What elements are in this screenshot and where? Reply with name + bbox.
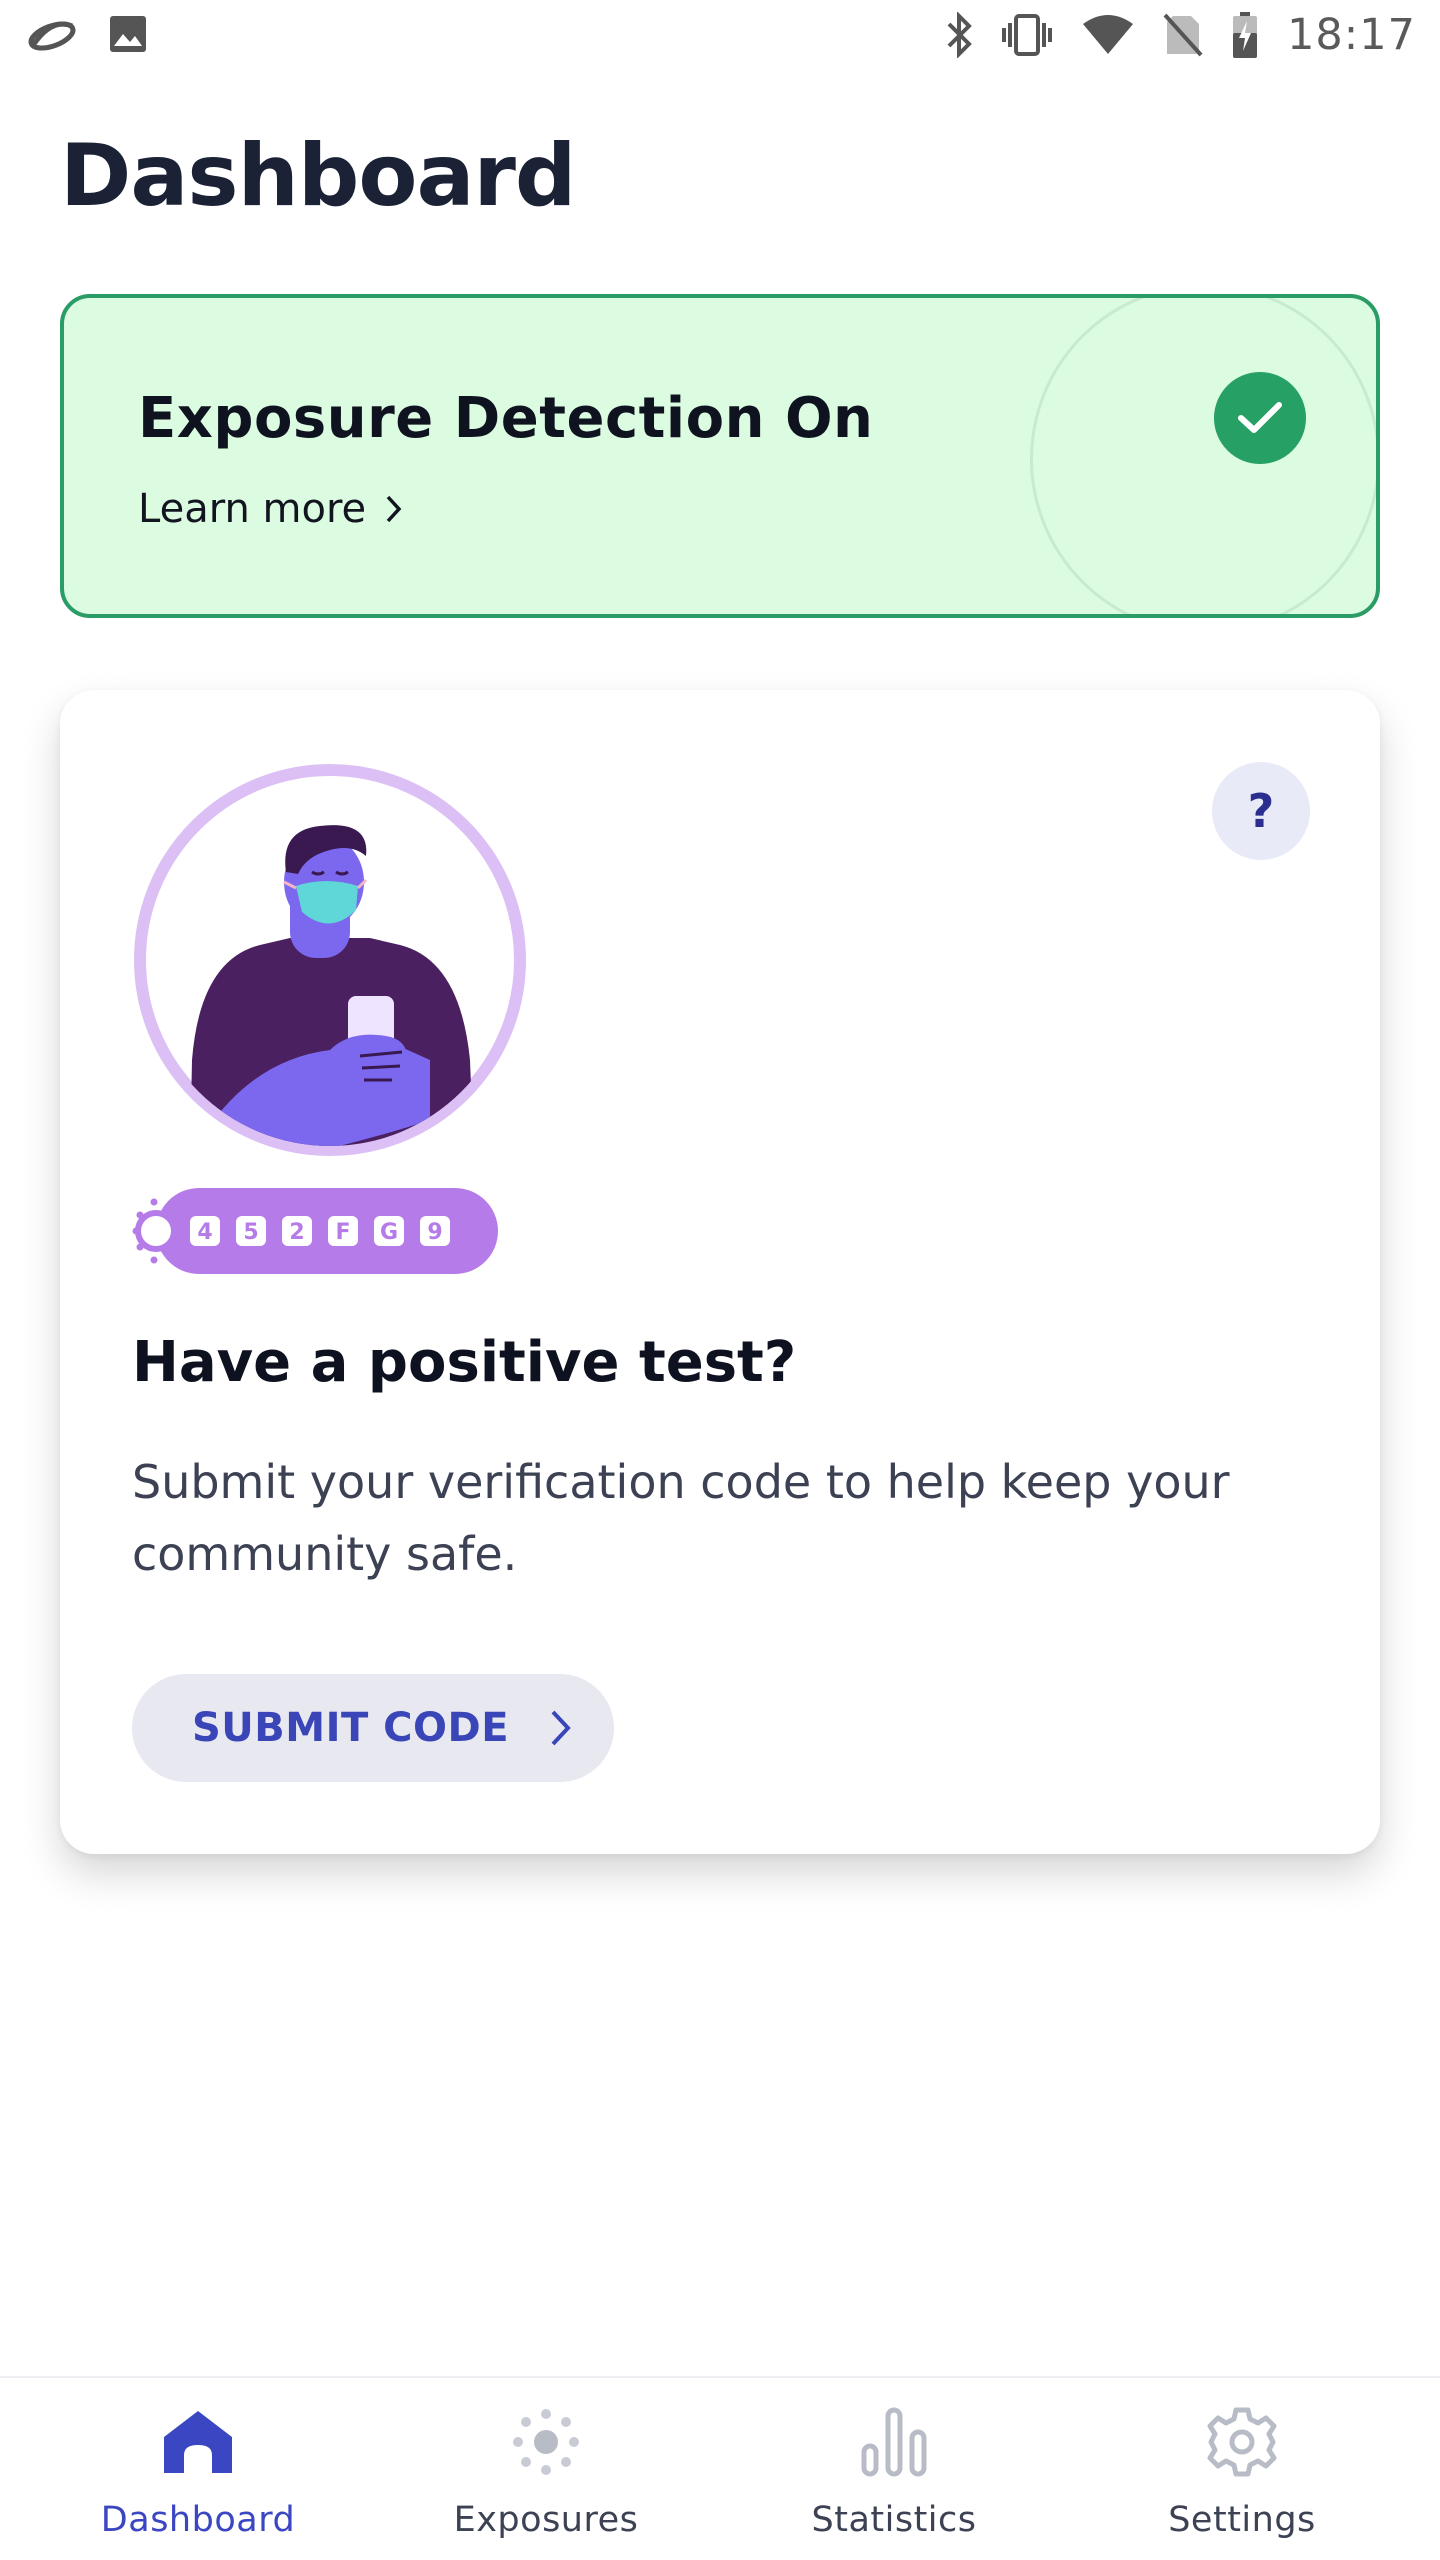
vibrate-icon (1002, 14, 1053, 56)
wifi-icon (1083, 15, 1134, 54)
bar-chart-icon (854, 2402, 934, 2482)
submit-code-button[interactable]: SUBMIT CODE (132, 1674, 614, 1782)
battery-charging-icon (1233, 12, 1258, 58)
bottom-navigation: Dashboard Exposures Statistics Settings (0, 2376, 1440, 2560)
verification-code-badge: 4 5 2 F G 9 (132, 1188, 498, 1274)
exposure-icon (506, 2402, 586, 2482)
chevron-right-icon (386, 495, 402, 523)
submit-code-label: SUBMIT CODE (192, 1705, 510, 1751)
code-character: 4 (197, 1220, 212, 1245)
nav-item-dashboard[interactable]: Dashboard (48, 2402, 348, 2552)
nav-item-statistics[interactable]: Statistics (744, 2402, 1044, 2552)
exposure-status-title: Exposure Detection On (138, 386, 874, 451)
learn-more-link[interactable]: Learn more (138, 486, 404, 532)
cloud-app-icon (28, 21, 76, 51)
status-time: 18:17 (1287, 10, 1416, 60)
image-icon (110, 16, 146, 52)
home-icon (158, 2402, 238, 2482)
status-left-icons (26, 14, 148, 54)
nav-label-settings: Settings (1168, 2500, 1316, 2540)
positive-test-description: Submit your verification code to help ke… (132, 1455, 1230, 1581)
nav-label-dashboard: Dashboard (100, 2500, 296, 2540)
decorative-ring (1030, 298, 1376, 614)
help-button[interactable]: ? (1212, 762, 1310, 860)
no-sim-icon (1163, 13, 1203, 57)
nav-item-exposures[interactable]: Exposures (396, 2402, 696, 2552)
bluetooth-icon (947, 12, 972, 58)
masked-person-illustration (134, 764, 526, 1156)
chevron-right-icon (551, 1710, 571, 1746)
nav-label-exposures: Exposures (453, 2500, 639, 2540)
exposure-status-card[interactable]: Exposure Detection On Learn more (60, 294, 1380, 618)
code-character: 2 (289, 1220, 304, 1245)
code-character: F (335, 1220, 350, 1245)
learn-more-label: Learn more (138, 486, 367, 532)
nav-label-statistics: Statistics (811, 2500, 977, 2540)
positive-test-heading: Have a positive test? (132, 1330, 797, 1395)
status-right-icons: 18:17 (945, 10, 1416, 60)
code-character: 9 (427, 1220, 442, 1245)
nav-item-settings[interactable]: Settings (1092, 2402, 1392, 2552)
code-character: 5 (243, 1220, 258, 1245)
positive-test-card: ? 4 5 2 F G 9 Have a positive test? Subm… (60, 690, 1380, 1854)
gear-icon (1202, 2402, 1282, 2482)
check-icon (1214, 372, 1306, 464)
status-bar: 18:17 (0, 0, 1440, 74)
code-character: G (380, 1220, 398, 1245)
page-title: Dashboard (60, 126, 576, 226)
